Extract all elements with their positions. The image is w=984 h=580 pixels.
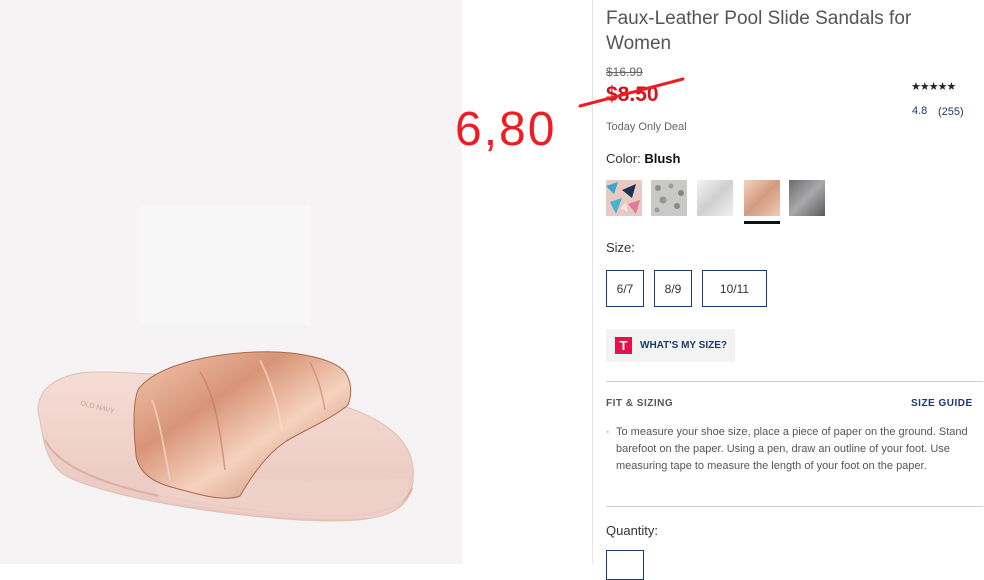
- whats-my-size-button[interactable]: T WHAT'S MY SIZE?: [606, 329, 735, 362]
- swatch-blush[interactable]: [744, 180, 780, 216]
- fit-sizing-instructions: To measure your shoe size, place a piece…: [616, 426, 968, 472]
- quantity-label: Quantity:: [606, 523, 659, 538]
- size-button-8-9[interactable]: 8/9: [654, 270, 692, 307]
- selected-swatch-indicator: [744, 221, 780, 224]
- swatch-pink-blue-print[interactable]: [606, 180, 642, 216]
- quantity-select[interactable]: [606, 550, 644, 580]
- color-label-text: Color:: [606, 151, 641, 166]
- size-guide-link[interactable]: SIZE GUIDE: [911, 398, 973, 409]
- rating-value[interactable]: 4.8: [912, 105, 927, 117]
- selected-color-name: Blush: [644, 151, 681, 166]
- star-rating-icon[interactable]: ★★★★★: [911, 80, 956, 93]
- product-image-sandal: OLD NAVY: [0, 0, 462, 564]
- true-fit-icon: T: [615, 337, 632, 354]
- size-label: Size:: [606, 240, 635, 255]
- annotation-new-price: 6,80: [455, 103, 557, 156]
- fit-sizing-text: · To measure your shoe size, place a pie…: [606, 424, 974, 475]
- annotation-strike-line: [578, 77, 685, 108]
- color-label: Color: Blush: [606, 151, 680, 166]
- fit-sizing-heading[interactable]: FIT & SIZING: [606, 398, 673, 409]
- size-button-6-7[interactable]: 6/7: [606, 270, 644, 307]
- review-count-link[interactable]: (255): [938, 106, 964, 118]
- size-button-10-11[interactable]: 10/11: [702, 270, 767, 307]
- swatch-gunmetal[interactable]: [789, 180, 825, 216]
- swatch-silver[interactable]: [697, 180, 733, 216]
- whats-my-size-label: WHAT'S MY SIZE?: [640, 340, 728, 351]
- product-title: Faux-Leather Pool Slide Sandals for Wome…: [606, 8, 912, 54]
- section-divider: [606, 381, 983, 382]
- swatch-grey-leopard[interactable]: [651, 180, 687, 216]
- section-divider: [606, 506, 983, 507]
- product-image-panel: OLD NAVY: [0, 0, 462, 564]
- deal-label: Today Only Deal: [606, 121, 687, 133]
- bullet-marker: ·: [606, 426, 610, 438]
